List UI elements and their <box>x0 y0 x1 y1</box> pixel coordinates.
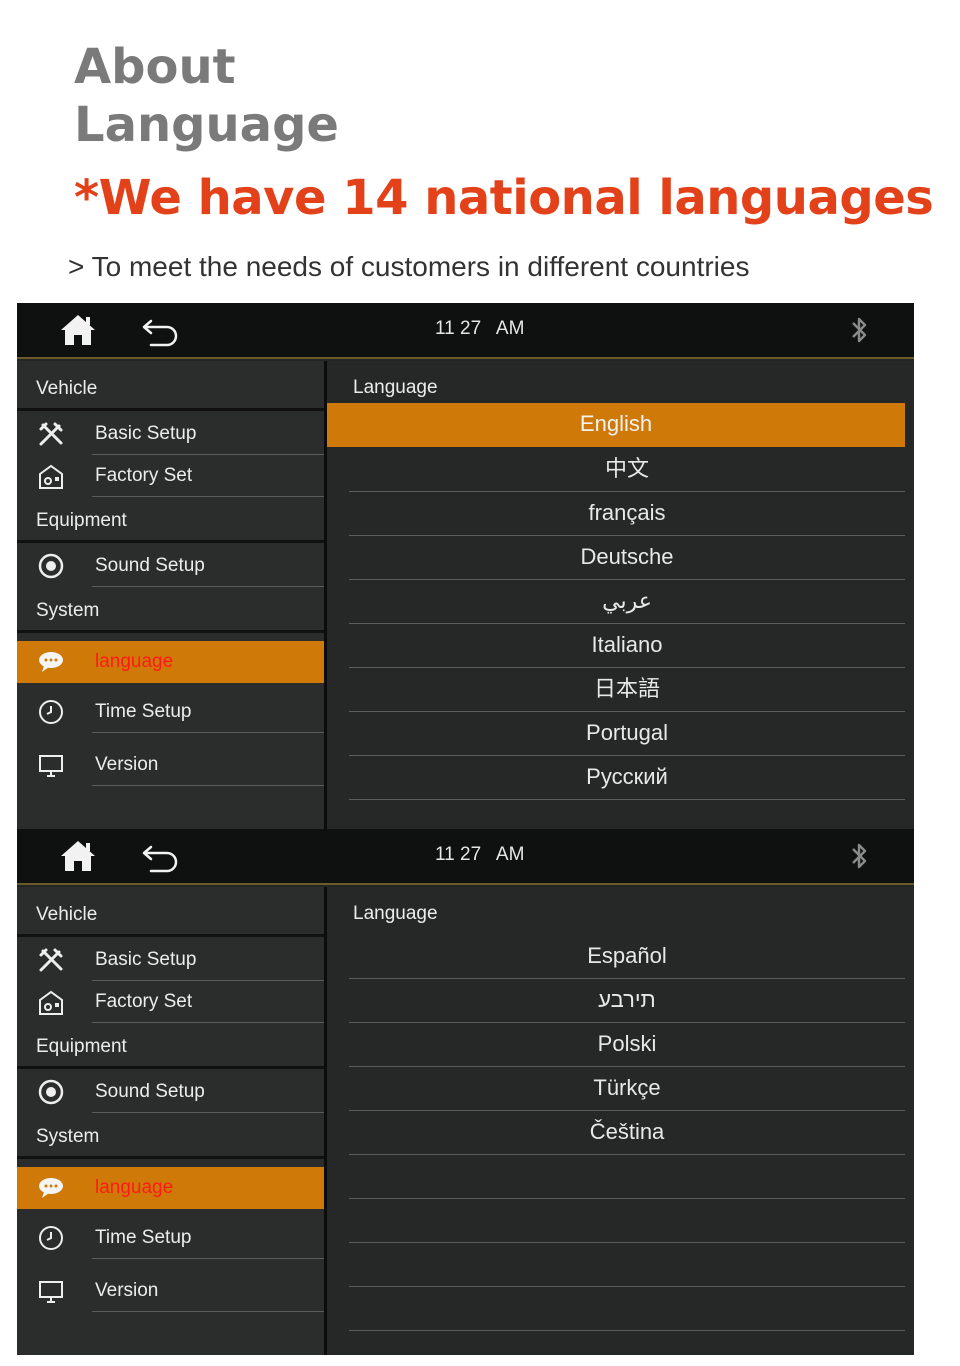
language-option-italian[interactable]: Italiano <box>349 624 905 668</box>
language-heading: Language <box>353 903 438 924</box>
top-bar: 11 27 AM <box>17 303 914 359</box>
row-divider <box>92 785 324 786</box>
language-option-english[interactable]: English <box>327 403 905 447</box>
clock-icon <box>39 1226 63 1250</box>
bluetooth-icon[interactable] <box>847 841 871 871</box>
sidebar-item-label: language <box>95 1177 174 1198</box>
language-option-german[interactable]: Deutsche <box>349 536 905 580</box>
language-panel: Language Español תירבע Polski Türkçe Češ… <box>327 887 914 1355</box>
sidebar-item-language[interactable]: language <box>17 1167 324 1209</box>
bluetooth-icon[interactable] <box>847 315 871 345</box>
sidebar-item-sound-setup[interactable]: Sound Setup <box>17 545 324 587</box>
factory-icon <box>39 990 63 1015</box>
language-panel: Language English 中文 français Deutsche عر… <box>327 361 914 829</box>
home-icon[interactable] <box>59 839 97 873</box>
language-option-chinese[interactable]: 中文 <box>349 448 905 492</box>
headline: *We have 14 national languages <box>74 170 934 226</box>
sidebar-item-label: Version <box>95 754 159 775</box>
settings-sidebar: Vehicle Basic Setup Factory Set Equipmen… <box>17 887 324 1355</box>
section-system: System <box>17 1115 324 1159</box>
home-icon[interactable] <box>59 313 97 347</box>
empty-row <box>349 1199 905 1243</box>
back-arrow-icon[interactable] <box>141 841 181 873</box>
sidebar-item-label: Basic Setup <box>95 423 197 444</box>
row-divider <box>92 1022 324 1023</box>
section-vehicle: Vehicle <box>17 367 324 411</box>
sidebar-item-time-setup[interactable]: Time Setup <box>17 691 324 733</box>
sidebar-item-label: Time Setup <box>95 701 192 722</box>
language-option-portuguese[interactable]: Portugal <box>349 712 905 756</box>
row-divider <box>92 496 324 497</box>
language-option-hebrew[interactable]: תירבע <box>349 979 905 1023</box>
speaker-icon <box>38 553 64 579</box>
sidebar-item-label: Factory Set <box>95 991 193 1012</box>
section-equipment: Equipment <box>17 499 324 543</box>
sidebar-item-version[interactable]: Version <box>17 744 324 786</box>
sidebar-item-label: Version <box>95 1280 159 1301</box>
clock: 11 27 AM <box>435 844 525 865</box>
clock-icon <box>39 700 63 724</box>
row-divider <box>92 732 324 733</box>
page-title-line1: About <box>74 39 236 95</box>
language-option-arabic[interactable]: عربي <box>349 580 905 624</box>
sidebar-item-label: Sound Setup <box>95 555 205 576</box>
sidebar-item-time-setup[interactable]: Time Setup <box>17 1217 324 1259</box>
sidebar-item-label: Factory Set <box>95 465 193 486</box>
top-bar: 11 27 AM <box>17 829 914 885</box>
sidebar-item-factory-set[interactable]: Factory Set <box>17 981 324 1023</box>
chat-bubble-icon <box>39 652 63 672</box>
page-title-line2: Language <box>74 97 339 153</box>
sidebar-item-basic-setup[interactable]: Basic Setup <box>17 413 324 455</box>
chat-bubble-icon <box>39 1178 63 1198</box>
section-equipment: Equipment <box>17 1025 324 1069</box>
language-option-czech[interactable]: Čeština <box>349 1111 905 1155</box>
speaker-icon <box>38 1079 64 1105</box>
row-divider <box>92 1112 324 1113</box>
tools-icon <box>39 422 63 446</box>
section-vehicle: Vehicle <box>17 893 324 937</box>
language-heading: Language <box>353 377 438 398</box>
sidebar-item-basic-setup[interactable]: Basic Setup <box>17 939 324 981</box>
sidebar-item-version[interactable]: Version <box>17 1270 324 1312</box>
settings-sidebar: Vehicle Basic Setup Factory Set Equipmen… <box>17 361 324 829</box>
settings-screen-1: 11 27 AM Vehicle Basic Setup Factory Set… <box>17 303 914 829</box>
language-option-turkish[interactable]: Türkçe <box>349 1067 905 1111</box>
empty-row <box>349 1243 905 1287</box>
sidebar-item-factory-set[interactable]: Factory Set <box>17 455 324 497</box>
row-divider <box>92 586 324 587</box>
factory-icon <box>39 464 63 489</box>
empty-row <box>349 1287 905 1331</box>
sidebar-item-language[interactable]: language <box>17 641 324 683</box>
sidebar-item-label: Time Setup <box>95 1227 192 1248</box>
clock: 11 27 AM <box>435 318 525 339</box>
section-system: System <box>17 589 324 633</box>
row-divider <box>92 1311 324 1312</box>
back-arrow-icon[interactable] <box>141 315 181 347</box>
row-divider <box>92 1258 324 1259</box>
language-option-french[interactable]: français <box>349 492 905 536</box>
sidebar-item-label: language <box>95 651 174 672</box>
sidebar-item-label: Basic Setup <box>95 949 197 970</box>
tools-icon <box>39 948 63 972</box>
monitor-icon <box>39 1281 63 1303</box>
sidebar-item-label: Sound Setup <box>95 1081 205 1102</box>
language-option-polish[interactable]: Polski <box>349 1023 905 1067</box>
sidebar-item-sound-setup[interactable]: Sound Setup <box>17 1071 324 1113</box>
settings-screen-2: 11 27 AM Vehicle Basic Setup Factory Set… <box>17 829 914 1355</box>
monitor-icon <box>39 755 63 777</box>
language-option-russian[interactable]: Русский <box>349 756 905 800</box>
subtitle: > To meet the needs of customers in diff… <box>68 251 750 282</box>
empty-row <box>349 1155 905 1199</box>
language-option-spanish[interactable]: Español <box>349 935 905 979</box>
language-option-japanese[interactable]: 日本語 <box>349 668 905 712</box>
